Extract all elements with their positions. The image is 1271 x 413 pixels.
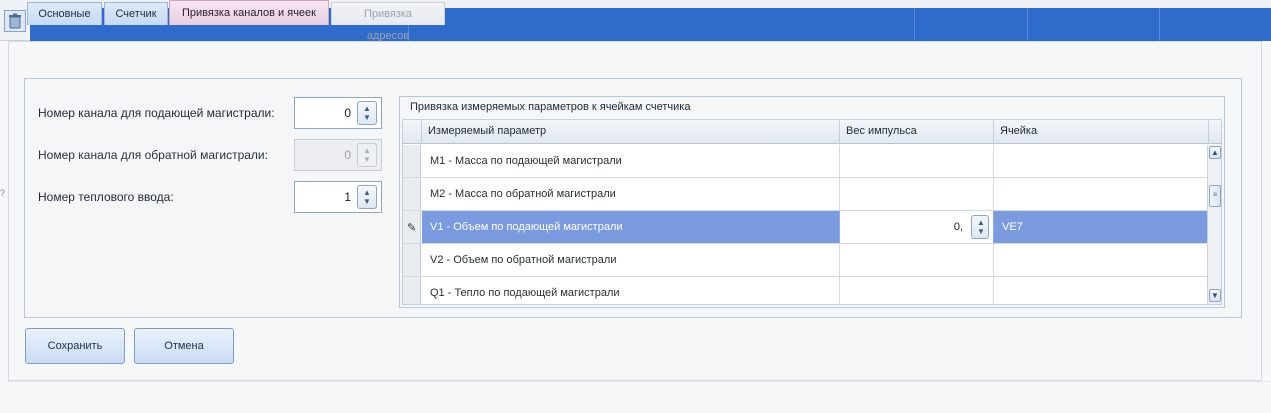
tab-basic[interactable]: Основные [27,2,102,25]
scroll-thumb[interactable]: ≡ [1209,185,1221,207]
return-channel-stepper: ▲ ▼ [357,143,377,167]
grid-header: Измеряемый параметр Вес импульса Ячейка [403,120,1221,144]
param-cell[interactable]: Q1 - Тепло по подающей магистрали [422,277,840,304]
row-header[interactable] [403,277,421,304]
status-strip [8,381,1271,406]
column-header-weight[interactable]: Вес импульса [840,120,994,144]
return-channel-label: Номер канала для обратной магистрали: [38,148,268,162]
cell-cell[interactable]: VE7 [994,211,1209,243]
tab-counter[interactable]: Счетчик [104,2,168,25]
table-row-selected[interactable]: ✎ V1 - Объем по подающей магистрали 0, ▲… [403,211,1209,244]
binding-grid[interactable]: Измеряемый параметр Вес импульса Ячейка … [402,119,1222,305]
supply-channel-value[interactable]: 0 [344,106,351,120]
supply-channel-stepper[interactable]: ▲ ▼ [357,101,377,125]
return-channel-spinner: 0 ▲ ▼ [294,139,382,171]
heat-input-spinner[interactable]: 1 ▲ ▼ [294,181,382,213]
table-row[interactable]: Q1 - Тепло по подающей магистрали [403,277,1209,304]
splitter-handle[interactable]: ? [0,188,5,198]
chevron-up-icon: ▲ [977,218,985,227]
cell-cell[interactable] [994,145,1209,177]
row-header-corner [403,120,422,144]
cell-cell[interactable] [994,178,1209,210]
tab-address-binding: Привязка адресов [331,2,445,42]
param-cell[interactable]: M1 - Масса по подающей магистрали [422,145,840,177]
scroll-down-button[interactable]: ▼ [1209,289,1221,302]
trash-icon [9,13,21,29]
row-header[interactable] [403,145,421,177]
weight-stepper[interactable]: ▲ ▼ [971,215,989,239]
chevron-down-icon: ▼ [363,197,371,206]
return-channel-value: 0 [344,148,351,162]
chevron-up-icon: ▲ [363,188,371,197]
chevron-down-icon: ▼ [363,155,371,164]
pencil-icon: ✎ [407,222,417,234]
weight-editor[interactable]: 0, ▲ ▼ [840,211,994,243]
cell-cell[interactable] [994,277,1209,304]
table-row[interactable]: V2 - Объем по обратной магистрали [403,244,1209,277]
delete-button[interactable] [4,10,26,32]
row-header[interactable]: ✎ [403,211,421,243]
weight-value[interactable]: 0, [954,221,963,233]
chevron-down-icon: ▼ [977,227,985,236]
param-cell[interactable]: V1 - Объем по подающей магистрали [422,211,840,243]
row-header[interactable] [403,244,421,276]
chevron-up-icon: ▲ [363,104,371,113]
supply-channel-label: Номер канала для подающей магистрали: [38,106,275,120]
weight-cell[interactable] [840,244,994,276]
row-header[interactable] [403,178,421,210]
binding-group-title: Привязка измеряемых параметров к ячейкам… [410,101,691,113]
scroll-up-button[interactable]: ▲ [1209,146,1221,159]
weight-cell[interactable] [840,277,994,304]
heat-input-stepper[interactable]: ▲ ▼ [357,185,377,209]
weight-cell[interactable] [840,145,994,177]
tab-channel-binding[interactable]: Привязка каналов и ячеек [169,0,329,25]
weight-cell[interactable] [840,178,994,210]
column-header-param[interactable]: Измеряемый параметр [422,120,840,144]
vertical-scrollbar[interactable]: ▲ ≡ ▼ [1207,145,1221,304]
heat-input-value[interactable]: 1 [344,190,351,204]
cancel-button[interactable]: Отмена [134,328,234,364]
binding-group: Привязка измеряемых параметров к ячейкам… [399,96,1225,308]
chevron-up-icon: ▲ [363,146,371,155]
save-button[interactable]: Сохранить [25,328,125,364]
column-header-cell[interactable]: Ячейка [994,120,1209,144]
table-row[interactable]: M2 - Масса по обратной магистрали [403,178,1209,211]
heat-input-label: Номер теплового ввода: [38,190,174,204]
param-cell[interactable]: M2 - Масса по обратной магистрали [422,178,840,210]
param-cell[interactable]: V2 - Объем по обратной магистрали [422,244,840,276]
supply-channel-spinner[interactable]: 0 ▲ ▼ [294,97,382,129]
chevron-down-icon: ▼ [363,113,371,122]
table-row[interactable]: M1 - Масса по подающей магистрали [403,145,1209,178]
cell-cell[interactable] [994,244,1209,276]
